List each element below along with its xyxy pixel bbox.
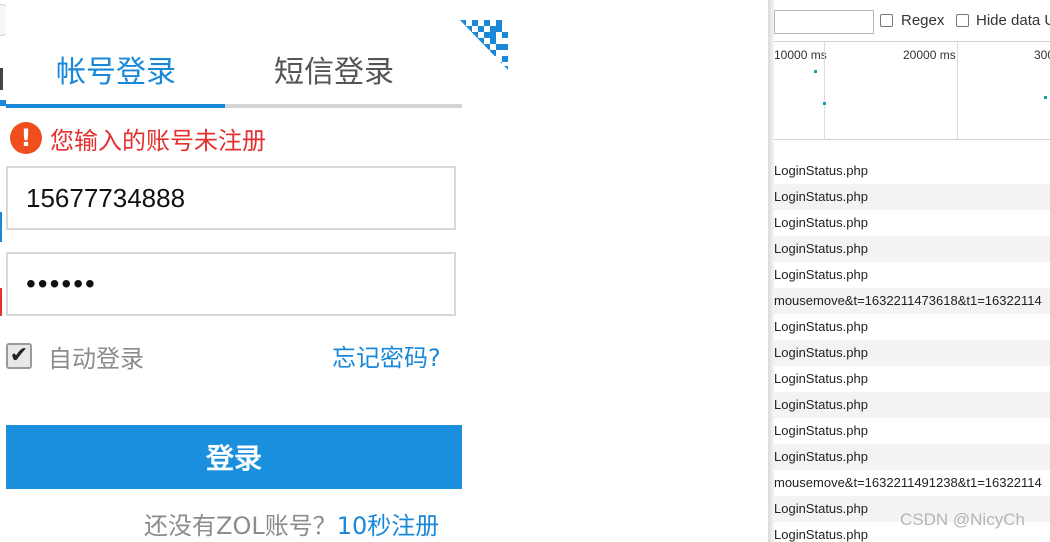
- auto-login-label[interactable]: 自动登录: [48, 339, 144, 374]
- login-button[interactable]: 登录: [6, 425, 462, 489]
- request-row[interactable]: LoginStatus.php: [774, 314, 1050, 340]
- auto-login-checkbox[interactable]: ✔: [6, 343, 32, 369]
- hide-data-urls-checkbox[interactable]: [956, 14, 969, 27]
- filter-input[interactable]: [774, 10, 874, 34]
- request-row[interactable]: LoginStatus.php: [774, 236, 1050, 262]
- password-input[interactable]: [8, 254, 454, 314]
- request-row[interactable]: mousemove&t=1632211491238&t1=16322114: [774, 470, 1050, 496]
- tab-account-login[interactable]: 帐号登录: [6, 48, 226, 98]
- timeline-request-mark: [1044, 96, 1047, 99]
- login-tabs: 帐号登录 短信登录: [6, 40, 462, 108]
- error-message-row: ! 您输入的账号未注册: [10, 120, 266, 156]
- request-row[interactable]: LoginStatus.php: [774, 262, 1050, 288]
- qr-code-corner-icon[interactable]: [458, 18, 510, 72]
- login-panel: 帐号登录 短信登录 ! 您输入的账号未注册 ✔ 自动登录 忘记密码? 登录 还没…: [6, 0, 774, 542]
- hide-data-urls-label[interactable]: Hide data U: [976, 12, 1050, 29]
- regex-label[interactable]: Regex: [901, 12, 944, 29]
- request-list: LoginStatus.php LoginStatus.php LoginSta…: [774, 158, 1050, 542]
- request-row[interactable]: LoginStatus.php: [774, 444, 1050, 470]
- devtools-network-panel: Regex Hide data U 10000 ms 20000 ms 300 …: [774, 0, 1050, 542]
- request-row[interactable]: LoginStatus.php: [774, 418, 1050, 444]
- error-message: 您输入的账号未注册: [50, 126, 266, 155]
- username-field-box: [6, 166, 456, 230]
- timeline-gridline: [824, 42, 825, 140]
- regex-checkbox[interactable]: [880, 14, 893, 27]
- request-row[interactable]: LoginStatus.php: [774, 366, 1050, 392]
- timeline-request-mark: [814, 70, 817, 73]
- network-overview-timeline[interactable]: 10000 ms 20000 ms 300: [774, 42, 1050, 140]
- register-prompt: 还没有ZOL账号？: [144, 512, 337, 540]
- username-input[interactable]: [8, 168, 454, 228]
- register-link[interactable]: 10秒注册: [337, 512, 440, 540]
- watermark: CSDN @NicyCh: [900, 510, 1025, 529]
- request-row[interactable]: LoginStatus.php: [774, 392, 1050, 418]
- tab-sms-login[interactable]: 短信登录: [224, 48, 444, 98]
- request-row[interactable]: LoginStatus.php: [774, 158, 1050, 184]
- register-row: 还没有ZOL账号？10秒注册: [144, 506, 439, 541]
- remember-row: ✔ 自动登录: [6, 336, 144, 376]
- timeline-request-mark: [823, 102, 826, 105]
- exclamation-circle-icon: !: [10, 122, 42, 154]
- password-field-box: [6, 252, 456, 316]
- timeline-gridline: [957, 42, 958, 140]
- request-row[interactable]: mousemove&t=1632211473618&t1=16322114: [774, 288, 1050, 314]
- request-row[interactable]: LoginStatus.php: [774, 340, 1050, 366]
- forgot-password-link[interactable]: 忘记密码?: [332, 338, 441, 373]
- timeline-tick: 20000 ms: [903, 48, 956, 62]
- request-row[interactable]: LoginStatus.php: [774, 210, 1050, 236]
- active-tab-indicator: [6, 104, 225, 108]
- timeline-tick: 300: [1034, 48, 1050, 62]
- request-row[interactable]: LoginStatus.php: [774, 184, 1050, 210]
- devtools-toolbar: Regex Hide data U: [774, 0, 1050, 42]
- checkmark-icon: ✔: [9, 343, 29, 368]
- timeline-tick: 10000 ms: [774, 48, 827, 62]
